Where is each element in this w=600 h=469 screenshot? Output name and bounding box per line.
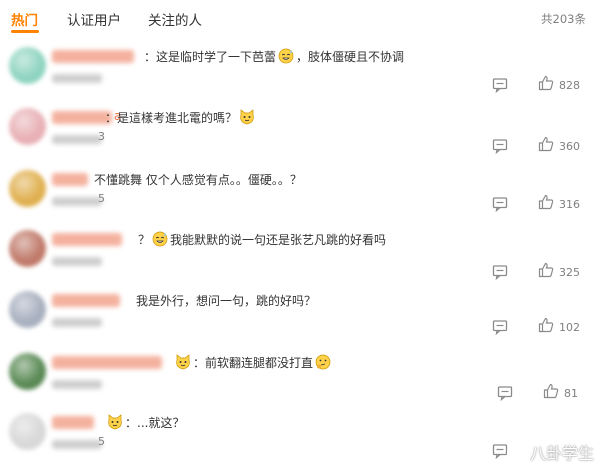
like-button[interactable]: 81 [543,383,578,403]
like-button[interactable]: 360 [538,136,580,156]
thumbs-up-icon [538,194,554,214]
timestamp-tail: 5 [98,192,105,205]
like-button[interactable]: 316 [538,194,580,214]
sweat-smile-emoji-icon [152,231,168,247]
avatar[interactable] [9,108,46,145]
comment-text-before: ：是這樣考進北電的嗎？ [105,111,238,125]
like-count: 316 [559,197,580,211]
username-blurred[interactable] [52,233,122,246]
comment-text-after: ：...就这？ [125,416,185,430]
avatar[interactable] [9,413,46,450]
thumbs-up-icon [538,317,554,337]
tab-following[interactable]: 关注的人 [148,9,202,29]
comment-icon[interactable] [497,385,513,402]
timestamp-tail: 5 [98,435,105,448]
comment-item: ：这是临时学了一下芭蕾 ，肢体僵硬且不协调 828 [0,47,600,107]
like-count: 360 [559,139,580,153]
comment-icon[interactable] [492,77,508,94]
username-blurred[interactable] [52,356,162,369]
comment-text-after: 我能默默的说一句还是张艺凡跳的好看吗 [170,233,387,247]
cat-face-emoji-icon [176,354,190,370]
timestamp-blurred [52,197,102,206]
username-blurred[interactable] [52,416,94,429]
sweat-smile-emoji-icon [278,48,294,64]
timestamp-blurred [52,380,102,389]
like-count: 325 [559,265,580,279]
comment-icon[interactable] [492,319,508,336]
thumbs-up-icon [538,136,554,156]
comment-text: ？ 我能默默的说一句还是张艺凡跳的好看吗 [138,231,386,248]
tab-hot[interactable]: 热门 [11,9,38,29]
comment-icon[interactable] [492,264,508,281]
comment-icon[interactable] [492,196,508,213]
watermark-logo-icon [506,443,525,461]
thumbs-up-icon [543,383,559,403]
comment-text-before: 我是外行，想问一句，跳的好吗？ [136,294,317,308]
comment-text: ：前软翻连腿都没打直 [173,354,333,371]
timestamp-tail: 3 [98,130,105,143]
username-blurred[interactable] [52,173,88,186]
avatar[interactable] [9,291,46,328]
username-blurred[interactable] [52,50,134,63]
cat-face-emoji-icon [108,414,122,430]
like-button[interactable]: 828 [538,75,580,95]
like-count: 81 [564,386,578,400]
comment-text-after: ：前软翻连腿都没打直 [193,356,314,370]
timestamp-blurred [52,74,102,83]
comment-text: ：这是临时学了一下芭蕾 ，肢体僵硬且不协调 [144,48,404,65]
comment-icon[interactable] [492,138,508,155]
username-blurred[interactable] [52,294,120,307]
tab-verified-users[interactable]: 认证用户 [67,9,121,29]
avatar[interactable] [9,47,46,84]
thumbs-up-icon [538,75,554,95]
comment-text: 我是外行，想问一句，跳的好吗？ [136,292,316,309]
thumbs-up-icon [538,262,554,282]
comment-text-before: ？ [138,233,151,247]
comment-text: ：...就这？ [105,414,184,431]
timestamp-blurred [52,318,102,327]
comment-item: a ：是這樣考進北電的嗎？ 3 360 [0,108,600,168]
comment-text-before: 不懂跳舞 仅个人感觉有点。。僵硬。。？ [94,173,302,187]
comment-text: ：是這樣考進北電的嗎？ [105,109,257,126]
timestamp-blurred [52,135,102,144]
like-button[interactable]: 325 [538,262,580,282]
avatar[interactable] [9,353,46,390]
like-count: 102 [559,320,580,334]
comment-text-before: ：这是临时学了一下芭蕾 [144,50,277,64]
comment-item: ：前软翻连腿都没打直 81 [0,353,600,413]
thinking-emoji-icon [315,354,331,370]
avatar[interactable] [9,230,46,267]
like-button[interactable]: 102 [538,317,580,337]
comment-text-after: ，肢体僵硬且不协调 [296,50,405,64]
cat-face-emoji-icon [240,109,254,125]
comment-item: ？ 我能默默的说一句还是张艺凡跳的好看吗 325 [0,230,600,290]
watermark-text: 八卦学生 [529,444,594,463]
watermark: 八卦学生 [506,440,594,464]
active-tab-indicator [11,30,39,33]
like-count: 828 [559,78,580,92]
comment-item: 不懂跳舞 仅个人感觉有点。。僵硬。。？ 5 316 [0,170,600,230]
comment-item: 我是外行，想问一句，跳的好吗？ 102 [0,291,600,351]
timestamp-blurred [52,440,102,449]
comment-tabs: 热门 认证用户 关注的人 共203条 [0,0,600,38]
avatar[interactable] [9,170,46,207]
username-blurred[interactable] [52,111,112,124]
timestamp-blurred [52,257,102,266]
total-comment-count: 共203条 [541,12,586,26]
comment-text: 不懂跳舞 仅个人感觉有点。。僵硬。。？ [94,171,302,188]
